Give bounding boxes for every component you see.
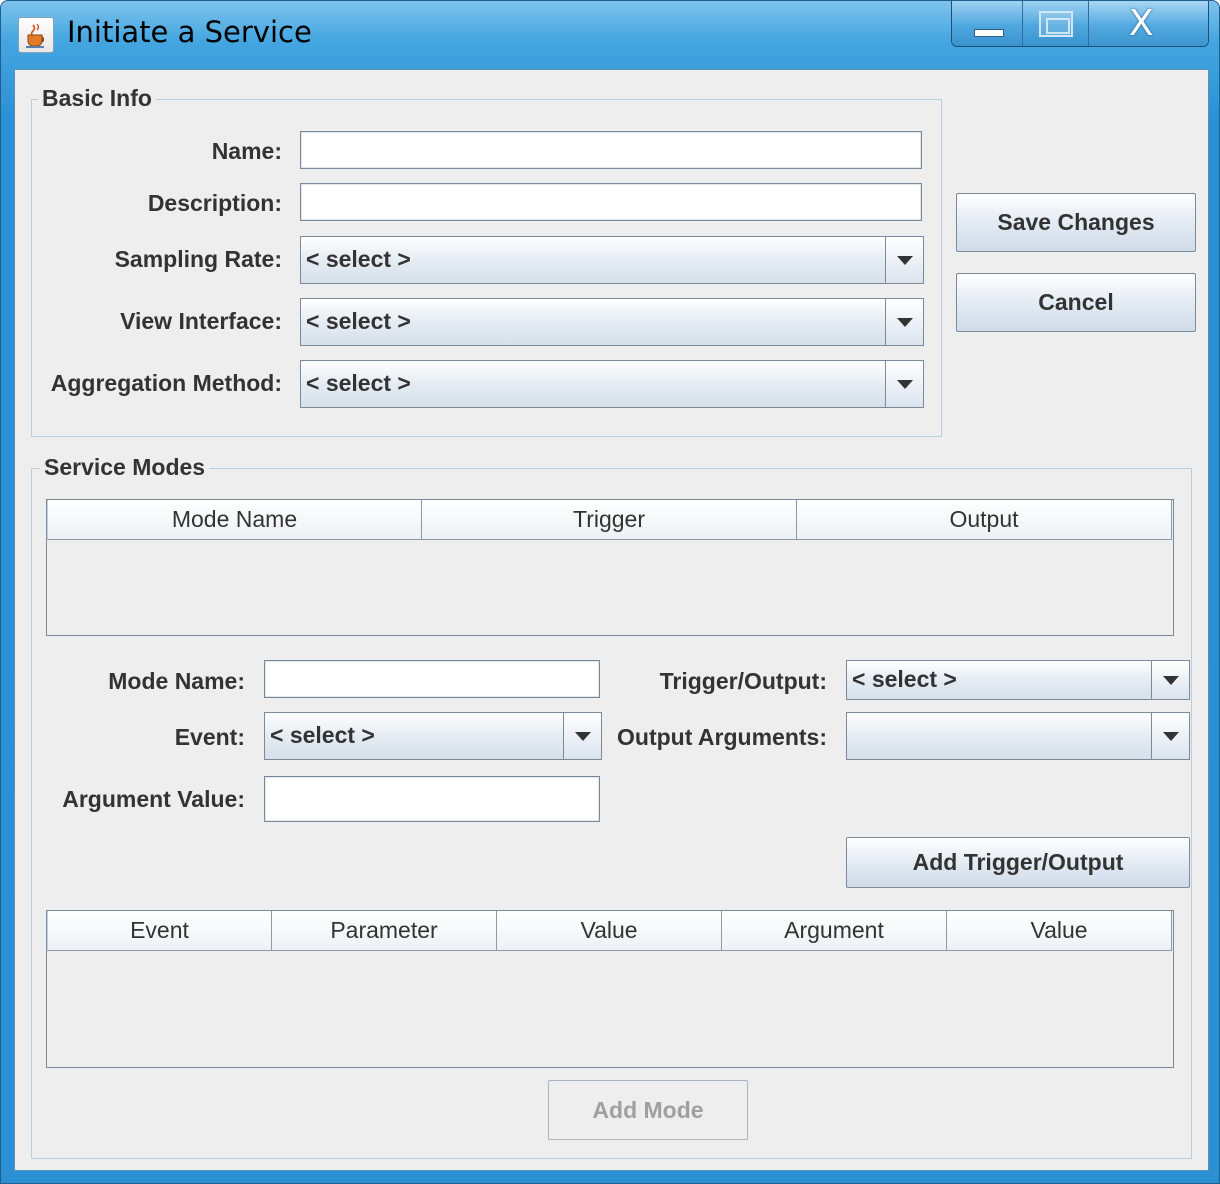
argument-value-label: Argument Value: — [62, 786, 245, 812]
add-trigger-output-button[interactable]: Add Trigger/Output — [846, 837, 1190, 888]
column-header-argument-value[interactable]: Value — [947, 911, 1172, 951]
sampling-rate-value: < select > — [306, 246, 411, 272]
trigger-output-label: Trigger/Output: — [659, 668, 827, 694]
java-cup-icon — [18, 17, 54, 53]
event-value: < select > — [270, 722, 375, 748]
name-label: Name: — [211, 138, 282, 164]
column-header-value[interactable]: Value — [497, 911, 722, 951]
modes-table[interactable]: Mode Name Trigger Output — [46, 499, 1174, 636]
events-table-header: Event Parameter Value Argument Value — [47, 911, 1172, 951]
close-icon: X — [1128, 3, 1154, 44]
chevron-down-icon[interactable] — [885, 299, 923, 345]
view-interface-select[interactable]: < select > — [300, 298, 924, 346]
maximize-button[interactable] — [1023, 1, 1089, 46]
basic-info-title: Basic Info — [38, 85, 156, 112]
description-label: Description: — [147, 190, 282, 216]
column-header-event[interactable]: Event — [47, 911, 272, 951]
column-header-parameter[interactable]: Parameter — [272, 911, 497, 951]
minimize-icon — [974, 29, 1004, 37]
aggregation-method-value: < select > — [306, 370, 411, 396]
service-modes-title: Service Modes — [40, 454, 210, 481]
add-mode-button[interactable]: Add Mode — [548, 1080, 748, 1140]
view-interface-value: < select > — [306, 308, 411, 334]
caption-buttons: X — [951, 1, 1209, 47]
events-table[interactable]: Event Parameter Value Argument Value — [46, 910, 1174, 1068]
maximize-icon — [1039, 11, 1074, 37]
minimize-button[interactable] — [952, 1, 1024, 46]
aggregation-method-select[interactable]: < select > — [300, 360, 924, 408]
column-header-argument[interactable]: Argument — [722, 911, 947, 951]
chevron-down-icon[interactable] — [1151, 661, 1189, 699]
modes-table-header: Mode Name Trigger Output — [47, 500, 1172, 540]
sampling-rate-select[interactable]: < select > — [300, 236, 924, 284]
event-select[interactable]: < select > — [264, 712, 602, 760]
sampling-rate-label: Sampling Rate: — [114, 246, 282, 272]
aggregation-method-label: Aggregation Method: — [50, 370, 282, 396]
save-changes-button[interactable]: Save Changes — [956, 193, 1196, 252]
argument-value-input[interactable] — [264, 776, 600, 822]
title-bar[interactable]: Initiate a Service X — [1, 1, 1220, 67]
view-interface-label: View Interface: — [120, 308, 282, 334]
cancel-button[interactable]: Cancel — [956, 273, 1196, 332]
trigger-output-select[interactable]: < select > — [846, 660, 1190, 700]
dialog-content: Basic Info Name: Description: Sampling R… — [14, 69, 1209, 1171]
dialog-window: Initiate a Service X Basic Info Name: De… — [0, 0, 1220, 1184]
chevron-down-icon[interactable] — [885, 237, 923, 283]
column-header-trigger[interactable]: Trigger — [422, 500, 797, 540]
mode-name-label: Mode Name: — [108, 668, 245, 694]
close-button[interactable]: X — [1088, 1, 1208, 46]
event-label: Event: — [174, 724, 245, 750]
chevron-down-icon[interactable] — [1151, 713, 1189, 759]
column-header-mode-name[interactable]: Mode Name — [47, 500, 422, 540]
name-input[interactable] — [300, 131, 922, 169]
description-input[interactable] — [300, 183, 922, 221]
chevron-down-icon[interactable] — [563, 713, 601, 759]
window-title: Initiate a Service — [67, 15, 312, 49]
trigger-output-value: < select > — [852, 666, 957, 692]
chevron-down-icon[interactable] — [885, 361, 923, 407]
output-arguments-select[interactable] — [846, 712, 1190, 760]
mode-name-input[interactable] — [264, 660, 600, 698]
column-header-output[interactable]: Output — [797, 500, 1172, 540]
output-arguments-label: Output Arguments: — [617, 724, 827, 750]
